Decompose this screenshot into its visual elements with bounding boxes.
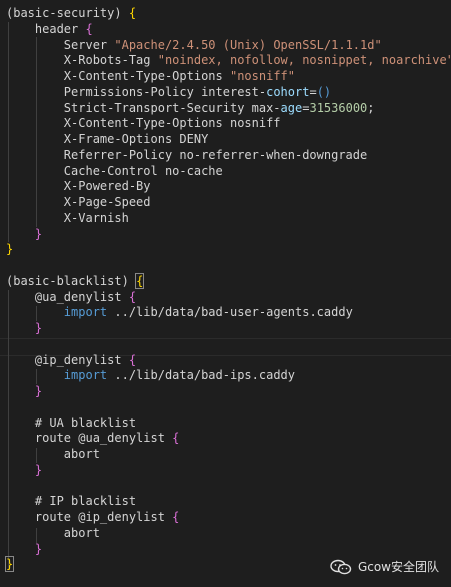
- code-token: import: [63, 305, 108, 320]
- code-token: header: [6, 21, 86, 36]
- code-line: X-Content-Type-Options nosniff: [6, 116, 281, 132]
- code-line: @ip_denylist {: [6, 353, 136, 369]
- code-line: abort: [6, 526, 100, 542]
- wechat-icon: [330, 559, 352, 574]
- code-token: Server: [6, 37, 115, 52]
- code-token: ): [114, 6, 122, 20]
- code-token: }: [34, 462, 43, 477]
- code-token: =: [309, 84, 317, 99]
- code-token: cohort: [266, 84, 310, 99]
- code-token: }: [4, 556, 15, 573]
- code-line: }: [6, 242, 13, 258]
- code-token: "Apache/2.4.50 (Unix) OpenSSL/1.1.1d": [114, 37, 382, 52]
- code-token: X-Frame-Options DENY: [6, 132, 209, 146]
- code-token: (): [316, 84, 332, 99]
- code-token: 31536000: [309, 100, 368, 115]
- code-token: abort: [6, 447, 100, 461]
- code-token: }: [34, 384, 43, 398]
- watermark: Gcow安全团队: [330, 558, 439, 575]
- code-token: }: [34, 541, 43, 556]
- code-token: "noindex, nofollow, nosnippet, noarchive…: [157, 53, 451, 68]
- code-line: Server "Apache/2.4.50 (Unix) OpenSSL/1.1…: [6, 38, 382, 54]
- code-line: Referrer-Policy no-referrer-when-downgra…: [6, 148, 367, 164]
- code-line: }: [6, 321, 42, 337]
- code-token: X-Content-Type-Options: [6, 69, 230, 83]
- code-token: {: [172, 510, 180, 524]
- code-line: X-Robots-Tag "noindex, nofollow, nosnipp…: [6, 53, 451, 69]
- code-token: abort: [6, 525, 100, 540]
- code-line: (basic-security) {: [6, 6, 136, 22]
- code-line: X-Frame-Options DENY: [6, 132, 209, 148]
- code-token: basic-blacklist: [13, 273, 122, 288]
- code-line: @ua_denylist {: [6, 290, 136, 306]
- code-editor[interactable]: (basic-security) { header { Server "Apac…: [0, 0, 451, 587]
- code-token: # UA blacklist: [6, 415, 137, 430]
- code-line: Strict-Transport-Security max-age=315360…: [6, 101, 375, 117]
- code-token: X-Varnish: [6, 210, 129, 225]
- code-line: X-Powered-By: [6, 179, 151, 195]
- code-token: "nosniff": [229, 69, 295, 83]
- code-line: # UA blacklist: [6, 416, 136, 432]
- code-line: import ../lib/data/bad-ips.caddy: [6, 368, 295, 384]
- code-token: ): [121, 273, 129, 288]
- code-line: X-Page-Speed: [6, 195, 151, 211]
- code-token: age: [280, 100, 303, 115]
- code-token: route @ua_denylist: [6, 431, 173, 446]
- code-line: route @ip_denylist {: [6, 510, 180, 526]
- code-line: }: [4, 556, 15, 573]
- code-line: Permissions-Policy interest-cohort=(): [6, 85, 331, 101]
- code-token: ../lib/data/bad-user-agents.caddy: [107, 305, 353, 320]
- code-token: @ip_denylist: [6, 352, 129, 367]
- code-token: X-Content-Type-Options nosniff: [6, 116, 281, 131]
- code-line: }: [6, 542, 42, 558]
- code-token: ;: [367, 100, 375, 115]
- code-line: X-Content-Type-Options "nosniff": [6, 69, 295, 85]
- code-token: }: [34, 226, 43, 241]
- code-token: {: [128, 352, 137, 367]
- code-token: route @ip_denylist: [6, 510, 173, 524]
- code-line: }: [6, 384, 42, 400]
- code-token: Cache-Control no-cache: [6, 163, 223, 178]
- code-token: Referrer-Policy no-referrer-when-downgra…: [6, 147, 368, 162]
- code-token: {: [128, 289, 137, 304]
- code-token: {: [135, 272, 145, 289]
- code-token: }: [34, 321, 43, 335]
- code-token: X-Robots-Tag: [6, 53, 158, 68]
- code-line: route @ua_denylist {: [6, 431, 180, 447]
- code-token: {: [85, 21, 93, 36]
- code-line: (basic-blacklist) {: [6, 272, 145, 290]
- code-token: X-Powered-By: [6, 179, 151, 194]
- watermark-text: Gcow安全团队: [357, 560, 439, 574]
- code-line: Cache-Control no-cache: [6, 164, 223, 180]
- code-token: # IP blacklist: [6, 494, 137, 509]
- code-token: Permissions-Policy interest-: [6, 84, 267, 99]
- code-token: {: [128, 6, 137, 20]
- code-line: # IP blacklist: [6, 494, 136, 510]
- code-line: header {: [6, 22, 93, 38]
- code-line: abort: [6, 447, 100, 463]
- code-line: }: [6, 463, 42, 479]
- code-token: X-Page-Speed: [6, 195, 151, 209]
- code-token: ../lib/data/bad-ips.caddy: [107, 368, 295, 383]
- code-token: import: [63, 368, 108, 383]
- code-token: Strict-Transport-Security max-: [6, 100, 281, 115]
- code-token: {: [172, 431, 180, 446]
- code-line: }: [6, 227, 42, 243]
- code-line: import ../lib/data/bad-user-agents.caddy: [6, 305, 353, 321]
- code-token: basic-security: [13, 6, 115, 20]
- code-line: X-Varnish: [6, 211, 129, 227]
- code-token: }: [6, 242, 14, 257]
- code-token: @ua_denylist: [6, 289, 129, 304]
